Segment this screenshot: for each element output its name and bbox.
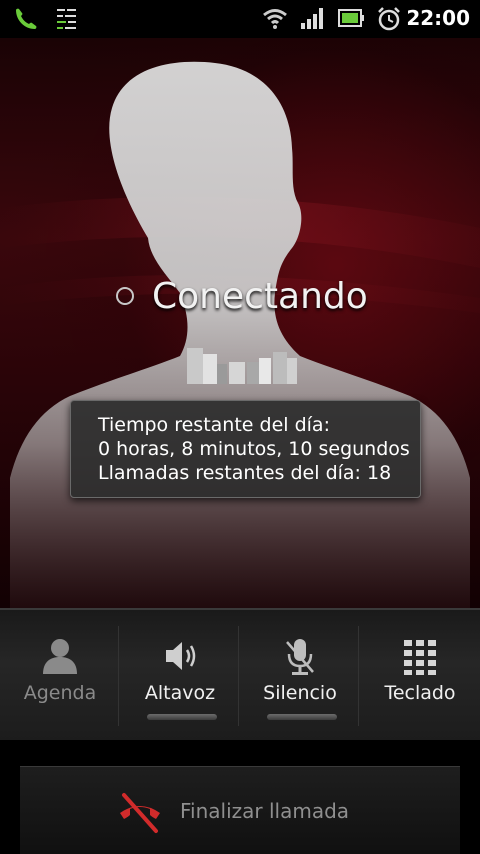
battery-icon <box>338 6 364 34</box>
status-bar: 22:00 <box>0 0 480 39</box>
call-status: Conectando <box>116 275 368 317</box>
keypad-icon <box>404 640 436 675</box>
agenda-label: Agenda <box>23 682 97 704</box>
mute-button[interactable]: Silencio <box>240 610 360 742</box>
loading-spinner-icon <box>116 287 134 305</box>
end-call-button[interactable]: Finalizar llamada <box>20 766 460 854</box>
mute-label: Silencio <box>263 682 337 704</box>
speaker-icon <box>166 642 196 670</box>
keypad-label: Teclado <box>384 682 456 704</box>
remaining-time-label: Tiempo restante del día: <box>98 414 330 436</box>
call-info-box: Tiempo restante del día: 0 horas, 8 minu… <box>70 400 421 498</box>
keypad-button[interactable]: Teclado <box>360 610 480 742</box>
divider <box>358 626 359 726</box>
signal-icon <box>300 6 324 34</box>
sync-icon <box>56 6 78 34</box>
call-controls: Agenda Altavoz Silencio Teclado <box>0 608 480 742</box>
speaker-button[interactable]: Altavoz <box>120 610 240 742</box>
divider <box>118 626 119 726</box>
contact-icon <box>43 639 77 674</box>
call-status-text: Conectando <box>152 275 368 317</box>
remaining-calls: Llamadas restantes del día: 18 <box>98 462 392 484</box>
mute-mic-icon <box>286 639 314 675</box>
remaining-time-value: 0 horas, 8 minutos, 10 segundos <box>98 438 410 460</box>
end-call-icon <box>120 793 160 833</box>
speaker-toggle-indicator <box>147 714 217 720</box>
speaker-label: Altavoz <box>144 682 216 704</box>
phone-call-icon <box>12 6 40 36</box>
end-call-area: Finalizar llamada <box>0 740 480 854</box>
contact-silhouette-image <box>0 61 480 608</box>
alarm-icon <box>376 6 402 36</box>
caller-name-pixelated <box>187 348 297 384</box>
divider <box>238 626 239 726</box>
wifi-icon <box>262 6 288 34</box>
caller-area: Conectando Tiempo restante del día: 0 ho… <box>0 38 480 608</box>
clock-time: 22:00 <box>406 6 470 30</box>
mute-toggle-indicator <box>267 714 337 720</box>
end-call-label: Finalizar llamada <box>180 799 350 823</box>
agenda-button[interactable]: Agenda <box>0 610 120 742</box>
